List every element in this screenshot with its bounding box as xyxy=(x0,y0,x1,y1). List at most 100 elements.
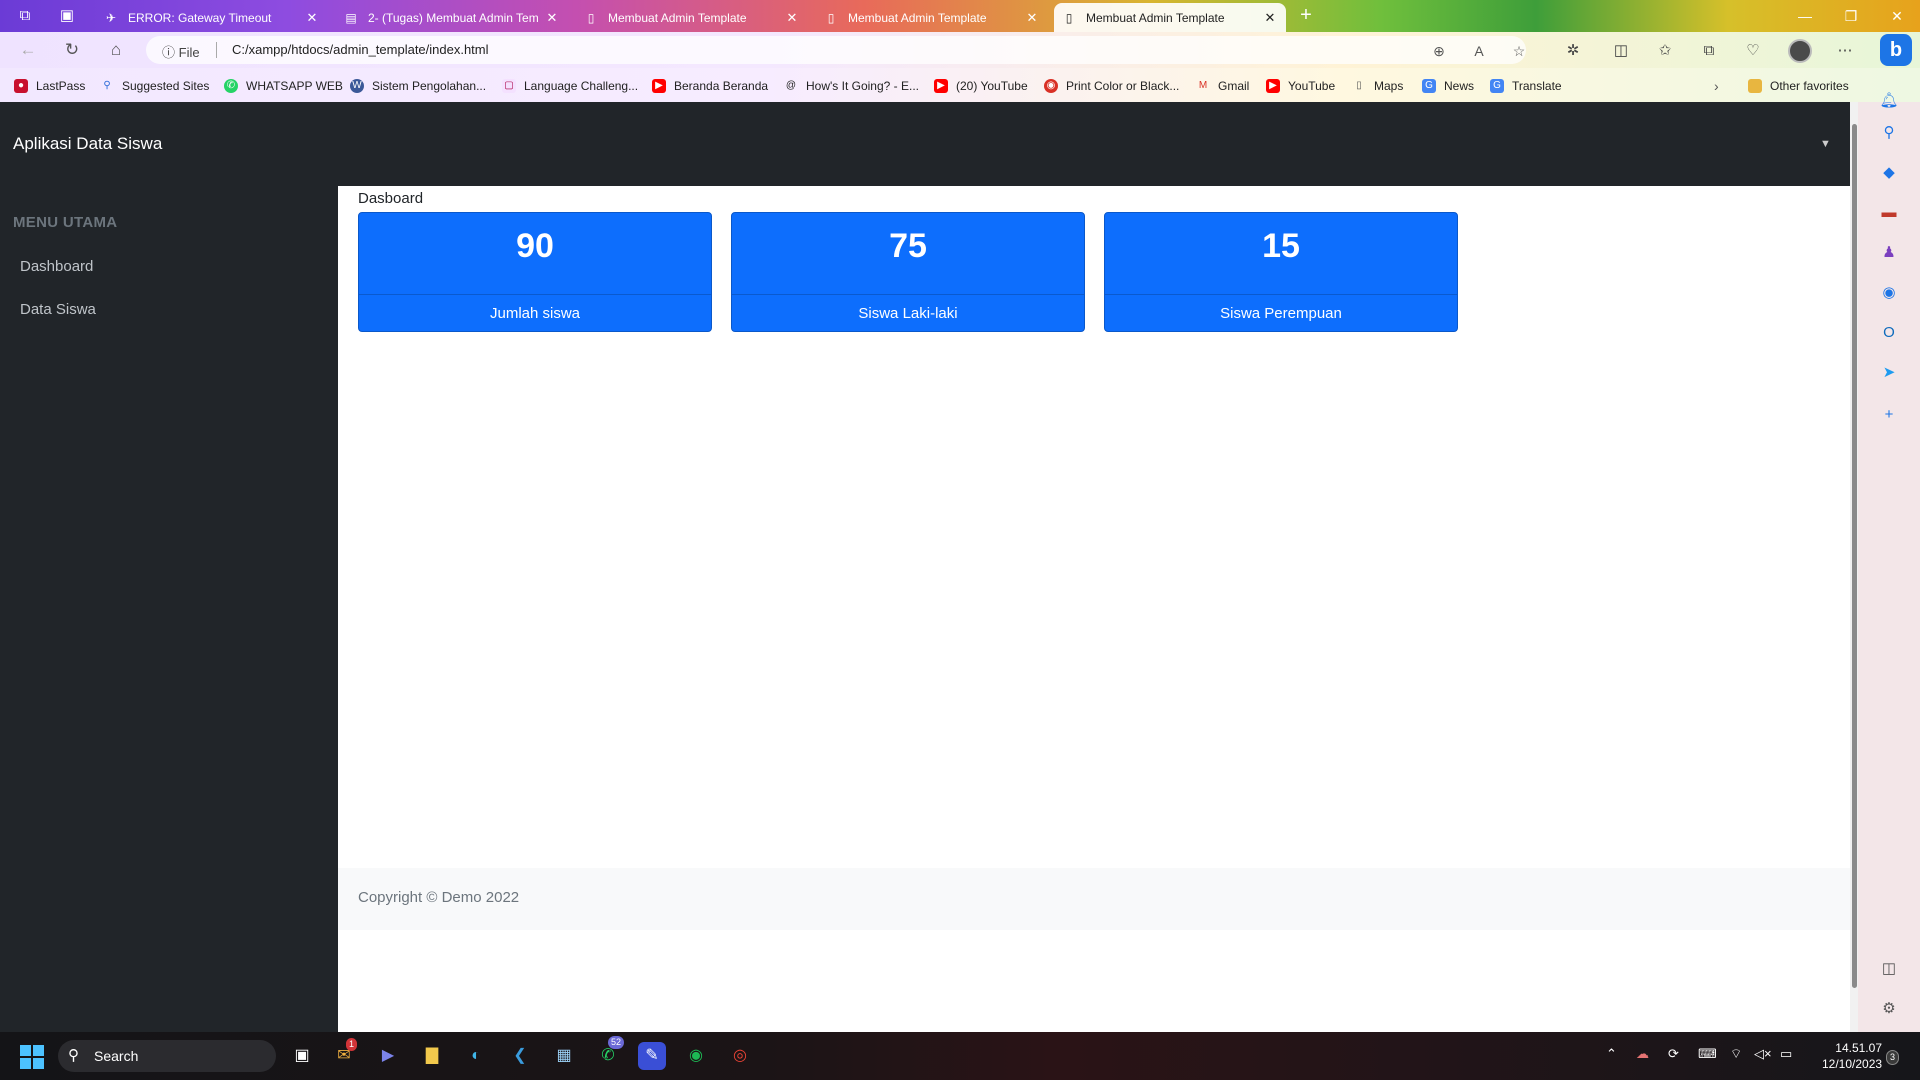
bookmark-print-color[interactable]: ◉ Print Color or Black... xyxy=(1044,77,1179,95)
volume-muted-icon[interactable]: ◁× xyxy=(1754,1046,1772,1062)
bookmark-suggested-sites[interactable]: ⚲ Suggested Sites xyxy=(100,77,209,95)
browser-sidebar: 🔔︎ ⚲ ◆ ▬ ♟ ◉ O ➤ + ◫ ⚙ xyxy=(1858,92,1920,1032)
whatsapp-badge: 52 xyxy=(608,1036,625,1049)
tab-actions-icon[interactable]: ▣ xyxy=(54,4,80,28)
tab-5-active[interactable]: ▯ Membuat Admin Template ✕ xyxy=(1054,3,1286,32)
bookmark-news[interactable]: G News xyxy=(1422,77,1474,95)
site-info-icon[interactable]: ⓘ File xyxy=(162,42,200,61)
collections-icon[interactable]: ⧉ xyxy=(1696,40,1722,62)
stat-card-siswa-laki-laki[interactable]: 75 Siswa Laki-laki xyxy=(731,212,1085,332)
bookmark-label: Language Challeng... xyxy=(524,79,639,93)
add-icon[interactable]: + xyxy=(1878,404,1900,426)
sidebar-item-dashboard[interactable]: Dashboard xyxy=(20,258,93,275)
page-icon: ▯ xyxy=(1356,80,1362,91)
search-icon[interactable]: ⚲ xyxy=(1878,122,1900,144)
toolbox-icon[interactable]: ▬ xyxy=(1878,202,1900,224)
new-tab-button[interactable]: + xyxy=(1293,4,1319,28)
minimize-button[interactable]: — xyxy=(1782,0,1828,32)
more-options-icon[interactable]: ⋯ xyxy=(1832,40,1858,62)
windows-start-icon[interactable] xyxy=(20,1045,44,1069)
wifi-icon[interactable]: ⌔ xyxy=(1730,1046,1742,1062)
bell-icon[interactable]: 🔔︎ xyxy=(1878,90,1900,112)
browser-essentials-icon[interactable]: ♡ xyxy=(1740,40,1766,62)
copilot-icon[interactable]: b xyxy=(1880,34,1912,66)
bookmark-youtube-20[interactable]: ▶ (20) YouTube xyxy=(934,77,1028,95)
favorites-icon[interactable]: ✩ xyxy=(1652,40,1678,62)
tab-2[interactable]: ▤ 2- (Tugas) Membuat Admin Tem ✕ xyxy=(336,3,568,32)
chevron-up-icon[interactable]: ⌃ xyxy=(1606,1046,1617,1062)
file-scheme-label: File xyxy=(178,45,200,60)
edge-browser-icon[interactable]: ◐ xyxy=(462,1042,490,1070)
chevron-right-icon[interactable]: › xyxy=(1714,77,1719,95)
close-tab-icon[interactable]: ✕ xyxy=(544,10,560,26)
folder-icon xyxy=(1748,79,1762,93)
bookmark-youtube[interactable]: ▶ YouTube xyxy=(1266,77,1335,95)
task-view-icon[interactable]: ▣ xyxy=(288,1042,316,1070)
bookmark-whatsapp-web[interactable]: ✆ WHATSAPP WEB xyxy=(224,77,343,95)
workspaces-icon[interactable]: ⧉ xyxy=(12,4,38,28)
notification-badge[interactable]: 3 xyxy=(1886,1050,1900,1065)
sync-icon[interactable]: ⟳ xyxy=(1668,1046,1679,1062)
tab-4[interactable]: ▯ Membuat Admin Template ✕ xyxy=(816,3,1048,32)
bookmark-label: Other favorites xyxy=(1770,79,1849,93)
bookmark-label: Sistem Pengolahan... xyxy=(372,79,487,93)
office-icon[interactable]: ◉ xyxy=(1878,282,1900,304)
onedrive-icon[interactable]: ☁ xyxy=(1636,1046,1649,1062)
home-icon[interactable]: ⌂ xyxy=(102,38,130,62)
back-arrow-icon[interactable]: ← xyxy=(14,38,42,62)
close-tab-icon[interactable]: ✕ xyxy=(304,10,320,26)
close-window-button[interactable]: ✕ xyxy=(1874,0,1920,32)
tab-1[interactable]: ✈ ERROR: Gateway Timeout ✕ xyxy=(96,3,328,32)
games-icon[interactable]: ♟ xyxy=(1878,242,1900,264)
bookmark-other-favorites[interactable]: Other favorites xyxy=(1748,77,1849,95)
outlook-icon[interactable]: O xyxy=(1878,322,1900,344)
profile-avatar[interactable] xyxy=(1788,39,1812,63)
sidebar-panel-icon[interactable]: ◫ xyxy=(1878,958,1900,980)
stat-card-siswa-perempuan[interactable]: 15 Siswa Perempuan xyxy=(1104,212,1458,332)
url-text[interactable]: C:/xampp/htdocs/admin_template/index.htm… xyxy=(232,42,489,57)
caret-down-icon[interactable]: ▼ xyxy=(1820,138,1831,150)
read-aloud-icon[interactable]: A xyxy=(1468,41,1490,61)
split-screen-icon[interactable]: ◫ xyxy=(1608,40,1634,62)
bookmark-label: YouTube xyxy=(1288,79,1336,93)
scrollbar-thumb[interactable] xyxy=(1852,124,1857,988)
stat-card-jumlah-siswa[interactable]: 90 Jumlah siswa xyxy=(358,212,712,332)
bookmark-hows-it-going[interactable]: @ How's It Going? - E... xyxy=(784,77,919,95)
battery-icon[interactable]: ▭ xyxy=(1780,1046,1792,1062)
refresh-icon[interactable]: ↻ xyxy=(58,38,86,62)
bookmark-label: Maps xyxy=(1374,79,1404,93)
zoom-icon[interactable]: ⊕ xyxy=(1428,41,1450,61)
bookmark-sistem-pengolahan[interactable]: W Sistem Pengolahan... xyxy=(350,77,486,95)
restore-button[interactable]: ❐ xyxy=(1828,0,1874,32)
pen-app-icon[interactable]: ✎ xyxy=(638,1042,666,1070)
settings-gear-icon[interactable]: ⚙ xyxy=(1878,998,1900,1020)
clock-time: 14.51.07 xyxy=(1835,1041,1882,1055)
bookmark-translate[interactable]: G Translate xyxy=(1490,77,1562,95)
send-icon[interactable]: ➤ xyxy=(1878,362,1900,384)
top-navbar: Aplikasi Data Siswa ▼ xyxy=(0,102,1850,186)
teams-icon[interactable]: ▶ xyxy=(374,1042,402,1070)
close-tab-icon[interactable]: ✕ xyxy=(784,10,800,26)
vscode-icon[interactable]: ❮ xyxy=(506,1042,534,1070)
bookmark-maps[interactable]: ▯ Maps xyxy=(1352,77,1403,95)
keyboard-icon[interactable]: ⌨ xyxy=(1698,1046,1717,1062)
file-explorer-icon[interactable]: ▇ xyxy=(418,1042,446,1070)
tab-3[interactable]: ▯ Membuat Admin Template ✕ xyxy=(576,3,808,32)
app-brand[interactable]: Aplikasi Data Siswa xyxy=(13,134,162,154)
spotify-icon[interactable]: ◉ xyxy=(682,1042,710,1070)
bookmark-lastpass[interactable]: ● LastPass xyxy=(14,77,85,95)
system-clock[interactable]: 14.51.07 12/10/2023 xyxy=(1822,1040,1882,1072)
tag-icon[interactable]: ◆ xyxy=(1878,162,1900,184)
bookmark-beranda[interactable]: ▶ Beranda Beranda xyxy=(652,77,768,95)
chrome-icon[interactable]: ◎ xyxy=(726,1042,754,1070)
close-tab-icon[interactable]: ✕ xyxy=(1024,10,1040,26)
close-tab-icon[interactable]: ✕ xyxy=(1262,10,1278,26)
bookmark-gmail[interactable]: M Gmail xyxy=(1196,77,1250,95)
taskbar-search[interactable]: ⚲ Search xyxy=(58,1040,276,1072)
favorite-star-icon[interactable]: ☆ xyxy=(1508,41,1530,61)
store-icon[interactable]: ▦ xyxy=(550,1042,578,1070)
bookmark-language-challenge[interactable]: ▢ Language Challeng... xyxy=(502,77,638,95)
address-bar[interactable]: ⓘ File C:/xampp/htdocs/admin_template/in… xyxy=(146,36,1526,64)
extensions-icon[interactable]: ✲ xyxy=(1560,40,1586,62)
sidebar-item-data-siswa[interactable]: Data Siswa xyxy=(20,301,96,318)
